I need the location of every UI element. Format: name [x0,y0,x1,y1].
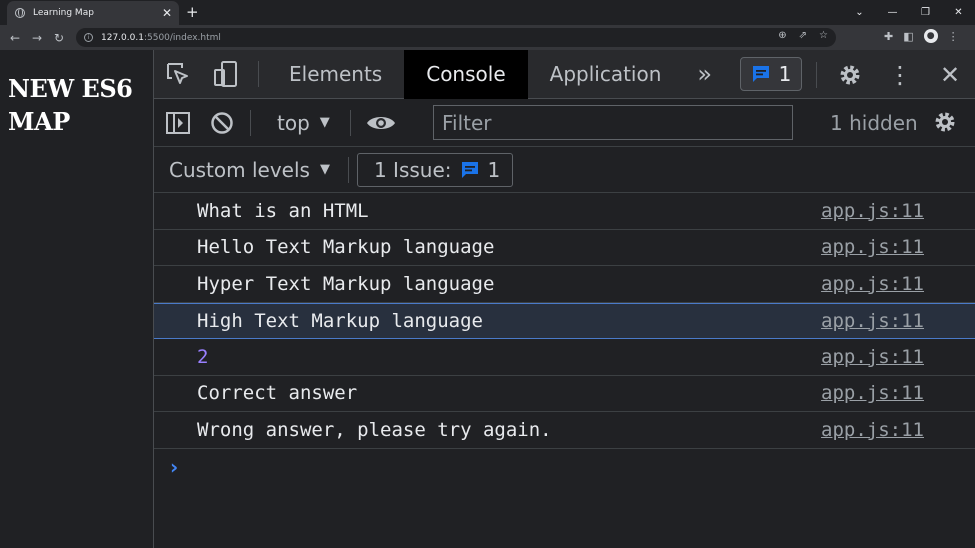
address-bar[interactable]: i 127.0.0.1:5500/index.html ⊕ ⇗ ☆ [76,28,836,47]
new-tab-button[interactable]: + [186,3,199,21]
profile-avatar[interactable]: ● [923,29,938,43]
forward-button[interactable]: → [26,31,48,45]
message-icon [752,66,769,82]
tab-elements[interactable]: Elements [267,50,404,99]
tab-title: Learning Map [33,8,94,18]
devtools-panel: Elements Console Application » 1 ⋮ ✕ top… [153,49,975,548]
issue-count: 1 [487,157,501,182]
message-text: High Text Markup language [197,309,483,332]
source-link[interactable]: app.js:11 [821,273,924,295]
console-message[interactable]: Wrong answer, please try again. app.js:1… [154,412,975,449]
inspect-element-icon[interactable] [154,50,202,99]
source-link[interactable]: app.js:11 [821,346,924,368]
console-message-selected[interactable]: High Text Markup language app.js:11 [154,302,975,339]
console-message[interactable]: Hyper Text Markup language app.js:11 [154,266,975,303]
message-text: Hello Text Markup language [197,236,495,259]
more-tabs-chevron-icon[interactable]: » [683,60,726,88]
message-icon [461,161,478,178]
console-toolbar: top ▼ 1 hidden [154,99,975,147]
window-controls: ⌄ — ❐ ✕ [843,0,975,25]
console-message[interactable]: 2 app.js:11 [154,339,975,376]
hidden-messages-count: 1 hidden [830,111,918,135]
issue-label: 1 Issue: [373,157,452,182]
filter-input[interactable] [433,105,793,140]
console-message[interactable]: Hello Text Markup language app.js:11 [154,230,975,266]
log-levels-dropdown[interactable]: Custom levels ▼ [154,158,330,182]
console-prompt[interactable]: › [154,449,975,479]
close-tab-icon[interactable]: ✕ [161,6,173,20]
devtools-right-icons: ⋮ ✕ [808,50,975,99]
divider [349,109,351,136]
context-selector[interactable]: top ▼ [259,111,342,135]
console-toolbar-secondary: Custom levels ▼ 1 Issue: 1 [154,147,975,193]
dropdown-triangle-icon: ▼ [319,162,330,177]
console-message[interactable]: What is an HTML app.js:11 [154,193,975,230]
source-link[interactable]: app.js:11 [821,310,924,332]
more-options-icon[interactable]: ⋮ [875,61,925,89]
extensions-puzzle-icon[interactable]: ✚ [884,30,893,43]
issues-counter-button[interactable]: 1 [740,57,802,91]
reload-button[interactable]: ↻ [48,31,70,45]
share-icon[interactable]: ⇗ [799,30,807,41]
tab-console[interactable]: Console [404,49,528,99]
side-panel-icon[interactable]: ◧ [903,30,913,43]
device-toolbar-icon[interactable] [202,50,250,99]
console-settings-gear-icon[interactable] [932,109,958,139]
globe-icon [15,8,25,18]
source-link[interactable]: app.js:11 [821,200,924,222]
page-viewport: NEW ES6 MAP [0,50,153,548]
source-link[interactable]: app.js:11 [821,419,924,441]
extension-icons: ✚ ◧ ● ⋮ [884,29,959,43]
context-label: top [277,110,310,135]
issues-count: 1 [778,62,792,86]
zoom-icon[interactable]: ⊕ [778,30,786,41]
dropdown-triangle-icon: ▼ [319,115,330,130]
clear-console-icon[interactable] [202,99,242,147]
minimize-button[interactable]: — [876,0,909,25]
address-bar-icons: ⊕ ⇗ ☆ [778,30,828,41]
tab-search-icon[interactable]: ⌄ [843,0,876,25]
browser-menu-icon[interactable]: ⋮ [948,30,959,43]
message-number: 2 [197,345,209,368]
divider [347,156,349,183]
message-text: Hyper Text Markup language [197,272,495,295]
levels-label: Custom levels [169,157,310,182]
console-message[interactable]: Correct answer app.js:11 [154,376,975,412]
console-messages: What is an HTML app.js:11 Hello Text Mar… [154,193,975,479]
source-link[interactable]: app.js:11 [821,382,924,404]
source-link[interactable]: app.js:11 [821,236,924,258]
divider [250,109,251,136]
restore-button[interactable]: ❐ [909,0,942,25]
settings-gear-icon[interactable] [825,62,875,88]
page-heading: NEW ES6 MAP [8,74,133,136]
prompt-chevron-icon: › [170,454,179,479]
divider [258,61,259,87]
info-icon[interactable]: i [84,33,93,42]
message-text: Wrong answer, please try again. [197,418,552,441]
issues-button[interactable]: 1 Issue: 1 [356,152,514,187]
close-devtools-icon[interactable]: ✕ [925,61,975,89]
devtools-tab-bar: Elements Console Application » 1 ⋮ ✕ [154,49,975,99]
browser-toolbar: ← → ↻ i 127.0.0.1:5500/index.html ⊕ ⇗ ☆ … [0,25,975,50]
message-text: What is an HTML [197,199,369,222]
back-button[interactable]: ← [4,31,26,45]
divider [816,61,817,88]
tab-strip: Learning Map ✕ + ⌄ — ❐ ✕ [0,0,975,25]
live-expression-eye-icon[interactable] [359,99,403,147]
close-window-button[interactable]: ✕ [942,0,975,25]
sidebar-toggle-icon[interactable] [154,99,202,147]
url-text: 127.0.0.1:5500/index.html [101,32,221,43]
tab-application[interactable]: Application [528,50,684,99]
message-text: Correct answer [197,382,358,405]
bookmark-star-icon[interactable]: ☆ [819,30,828,41]
browser-tab[interactable]: Learning Map ✕ [7,1,179,25]
